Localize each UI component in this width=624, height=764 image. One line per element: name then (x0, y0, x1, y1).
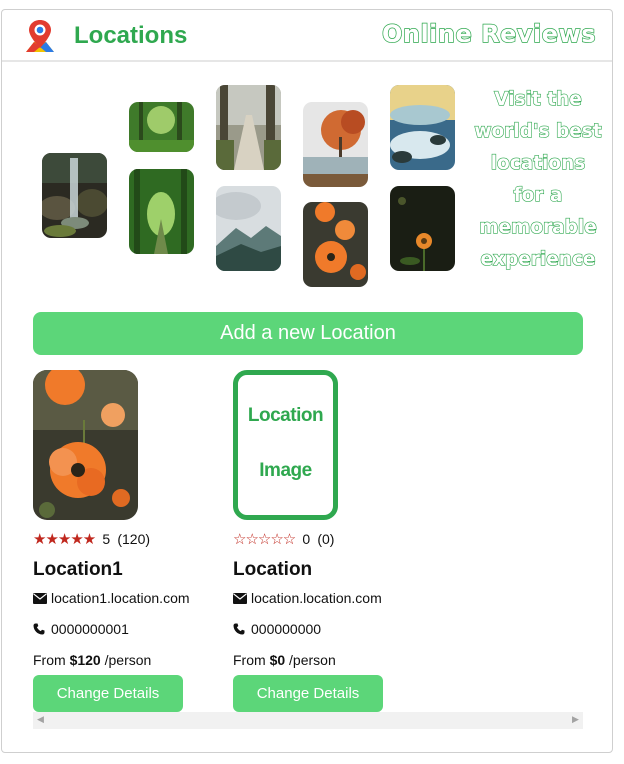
horizontal-scrollbar[interactable]: ◀ ▶ (33, 712, 583, 729)
gallery-image-waterfall (42, 153, 107, 238)
hero-tagline: Visit the world's best locations for a m… (470, 84, 606, 276)
gallery-image-cloudy-mountains (216, 186, 281, 271)
rating-value: 5 (102, 531, 111, 547)
page-title: Locations (74, 22, 188, 49)
scroll-left-arrow-icon[interactable]: ◀ (33, 712, 48, 729)
rating-value: 0 (302, 531, 311, 547)
price-suffix: /person (289, 652, 336, 668)
gallery-image-dark-flower (390, 186, 455, 271)
location-image-placeholder[interactable]: Location Image (233, 370, 338, 520)
location-card: Location Image ☆☆☆☆☆ 0 (0) Location loca… (233, 370, 423, 715)
change-details-button[interactable]: Change Details (233, 675, 383, 712)
review-count: (120) (117, 531, 151, 547)
envelope-icon (233, 591, 247, 607)
review-count: (0) (317, 531, 335, 547)
price-prefix: From (33, 652, 66, 668)
location-price: From $120 /person (33, 652, 151, 668)
star-rating-icons: ☆☆☆☆☆ (233, 530, 296, 548)
gallery-image-green-forest (129, 102, 194, 152)
location-card: ★★★★★ 5 (120) Location1 location1.locati… (33, 370, 223, 715)
phone-icon (33, 622, 47, 638)
app-window: Locations Online Reviews Visit the world… (1, 9, 613, 753)
gallery-image-autumn-lake (303, 102, 368, 187)
email-text: location1.location.com (51, 590, 190, 606)
placeholder-text: Location (247, 405, 324, 426)
email-text: location.location.com (251, 590, 382, 606)
star-rating-icons: ★★★★★ (33, 530, 96, 548)
price-prefix: From (233, 652, 266, 668)
app-header: Locations Online Reviews (2, 10, 612, 62)
map-pin-icon[interactable] (24, 18, 56, 54)
location-phone: 0000000001 (33, 621, 129, 638)
gallery-image-orange-poppies (303, 202, 368, 287)
scroll-right-arrow-icon[interactable]: ▶ (568, 712, 583, 729)
rating: ☆☆☆☆☆ 0 (0) (233, 530, 334, 548)
location-email: location.location.com (233, 590, 382, 607)
rating: ★★★★★ 5 (120) (33, 530, 150, 548)
tagline-line: Visit the (494, 88, 583, 110)
gallery-image-forest-path (216, 85, 281, 170)
price-suffix: /person (104, 652, 152, 668)
phone-icon (233, 622, 247, 638)
price-value: $0 (269, 652, 286, 668)
location-phone: 000000000 (233, 621, 321, 638)
gallery-image-tree-tunnel (129, 169, 194, 254)
tagline-line: experience (480, 248, 596, 270)
tagline-line: locations (490, 152, 586, 174)
tagline-line: memorable (479, 216, 598, 238)
location-name: Location (233, 559, 313, 580)
add-location-button[interactable]: Add a new Location (33, 312, 583, 355)
placeholder-text: Image (259, 460, 312, 481)
envelope-icon (33, 591, 47, 607)
brand-logo-text: Online Reviews (381, 19, 596, 48)
location-email: location1.location.com (33, 590, 190, 607)
location-price: From $0 /person (233, 652, 336, 668)
location-name: Location1 (33, 559, 123, 580)
phone-text: 000000000 (251, 621, 322, 637)
phone-text: 0000000001 (51, 621, 129, 637)
price-value: $120 (69, 652, 101, 668)
change-details-button[interactable]: Change Details (33, 675, 183, 712)
tagline-line: world's best (474, 120, 602, 142)
location-image[interactable] (33, 370, 138, 520)
tagline-line: for a (513, 184, 563, 206)
gallery-image-ocean-rocks (390, 85, 455, 170)
